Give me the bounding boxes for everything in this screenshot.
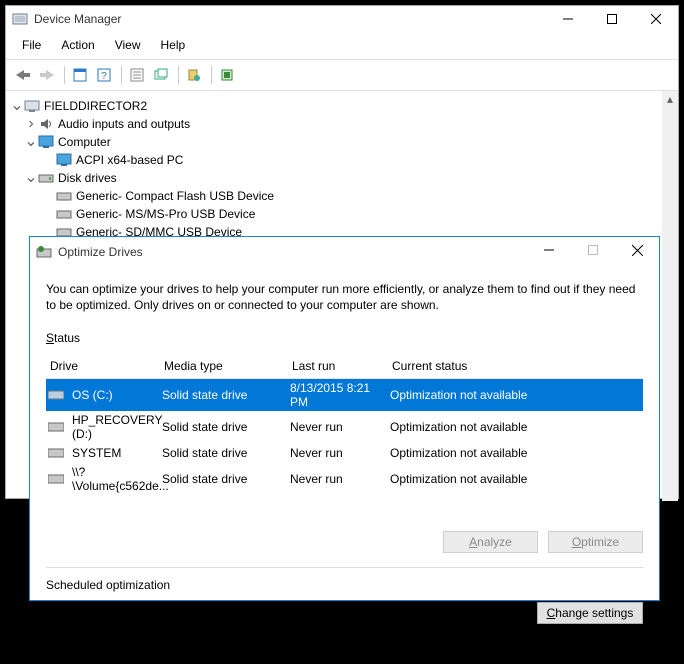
devmgr-app-icon [12, 11, 28, 27]
col-last[interactable]: Last run [292, 359, 392, 373]
tree-node-computer[interactable]: ⌄ Computer [10, 133, 678, 151]
drive-icon [48, 419, 64, 435]
tree-node-label: ACPI x64-based PC [76, 152, 183, 168]
drives-table-header[interactable]: Drive Media type Last run Current status [46, 355, 643, 379]
toolbar-forward-icon[interactable] [36, 64, 58, 86]
menu-file[interactable]: File [12, 35, 51, 55]
optimize-app-icon [36, 244, 52, 260]
toolbar-separator [64, 66, 65, 84]
status-section-label: Status [46, 331, 643, 345]
analyze-button: Analyze [443, 531, 538, 553]
optimize-description: You can optimize your drives to help you… [46, 281, 643, 313]
sched-line: Drives are being optimized automatically… [64, 624, 282, 638]
menu-help[interactable]: Help [151, 35, 196, 55]
menu-view[interactable]: View [105, 35, 151, 55]
col-status[interactable]: Current status [392, 359, 643, 373]
optimize-drives-window: Optimize Drives You can optimize your dr… [29, 236, 660, 601]
disk-icon [38, 170, 54, 186]
toolbar-update-icon[interactable] [183, 64, 205, 86]
tree-node-diskdrives[interactable]: ⌄ Disk drives [10, 169, 678, 187]
toolbar-scan-icon[interactable] [150, 64, 172, 86]
toolbar-show-hide-icon[interactable] [69, 64, 91, 86]
minimize-button[interactable] [546, 6, 590, 32]
disk-icon [56, 188, 72, 204]
close-button[interactable] [634, 6, 678, 32]
tree-node-audio[interactable]: › Audio inputs and outputs [10, 115, 678, 133]
table-row[interactable]: SYSTEM Solid state drive Never run Optim… [46, 443, 643, 463]
tree-node-label: Generic- MS/MS-Pro USB Device [76, 206, 255, 222]
monitor-icon [38, 134, 54, 150]
toolbar-back-icon[interactable] [12, 64, 34, 86]
toolbar-uninstall-icon[interactable] [216, 64, 238, 86]
drives-table: Drive Media type Last run Current status… [46, 355, 643, 495]
action-buttons: Analyze Optimize [46, 531, 643, 553]
tree-node-label: Audio inputs and outputs [58, 116, 190, 132]
toolbar-separator [211, 66, 212, 84]
collapse-icon[interactable]: ⌄ [10, 98, 24, 114]
disk-icon [56, 206, 72, 222]
collapse-icon[interactable]: ⌄ [24, 170, 38, 186]
table-row[interactable]: OS (C:) Solid state drive 8/13/2015 8:21… [46, 379, 643, 411]
minimize-button[interactable] [527, 237, 571, 263]
devmgr-menubar: File Action View Help [6, 32, 678, 59]
scheduled-row: On Drives are being optimized automatica… [46, 602, 643, 652]
divider [46, 567, 643, 568]
maximize-button[interactable] [590, 6, 634, 32]
expand-icon[interactable]: › [24, 116, 38, 132]
toolbar-separator [121, 66, 122, 84]
table-row[interactable]: \\?\Volume{c562de... Solid state drive N… [46, 463, 643, 495]
svg-text:?: ? [101, 71, 107, 82]
change-settings-button[interactable]: Change settings [537, 602, 643, 624]
optimize-button: Optimize [548, 531, 643, 553]
tree-root-label: FIELDDIRECTOR2 [44, 98, 147, 114]
table-row[interactable]: HP_RECOVERY (D:) Solid state drive Never… [46, 411, 643, 443]
sched-state: On [64, 606, 282, 620]
col-drive[interactable]: Drive [48, 359, 164, 373]
devmgr-toolbar: ? [6, 59, 678, 91]
tree-node-acpi[interactable]: ACPI x64-based PC [10, 151, 678, 169]
sched-freq: Frequency: Daily [64, 638, 282, 652]
audio-icon [38, 116, 54, 132]
menu-action[interactable]: Action [51, 35, 104, 55]
monitor-icon [56, 152, 72, 168]
drive-icon [48, 445, 64, 461]
scroll-up-icon[interactable]: ▴ [662, 91, 678, 107]
toolbar-help-icon[interactable]: ? [93, 64, 115, 86]
collapse-icon[interactable]: ⌄ [24, 134, 38, 150]
tree-node-label: Disk drives [58, 170, 117, 186]
toolbar-properties-icon[interactable] [126, 64, 148, 86]
tree-root[interactable]: ⌄ FIELDDIRECTOR2 [10, 97, 678, 115]
vertical-scrollbar[interactable]: ▴ [662, 91, 678, 501]
optimize-title: Optimize Drives [58, 245, 527, 259]
scheduled-section-label: Scheduled optimization [46, 578, 643, 592]
tree-node-disk-child[interactable]: Generic- Compact Flash USB Device [10, 187, 678, 205]
drive-icon [48, 471, 64, 487]
tree-node-label: Generic- Compact Flash USB Device [76, 188, 274, 204]
devmgr-titlebar[interactable]: Device Manager [6, 6, 678, 32]
tree-node-disk-child[interactable]: Generic- MS/MS-Pro USB Device [10, 205, 678, 223]
devmgr-title: Device Manager [34, 12, 546, 26]
tree-node-label: Computer [58, 134, 111, 150]
toolbar-separator [178, 66, 179, 84]
col-media[interactable]: Media type [164, 359, 292, 373]
close-button[interactable] [615, 237, 659, 263]
computer-root-icon [24, 98, 40, 114]
maximize-button [571, 237, 615, 263]
optimize-body: You can optimize your drives to help you… [30, 267, 659, 664]
drive-icon [48, 387, 64, 403]
optimize-titlebar[interactable]: Optimize Drives [30, 237, 659, 267]
